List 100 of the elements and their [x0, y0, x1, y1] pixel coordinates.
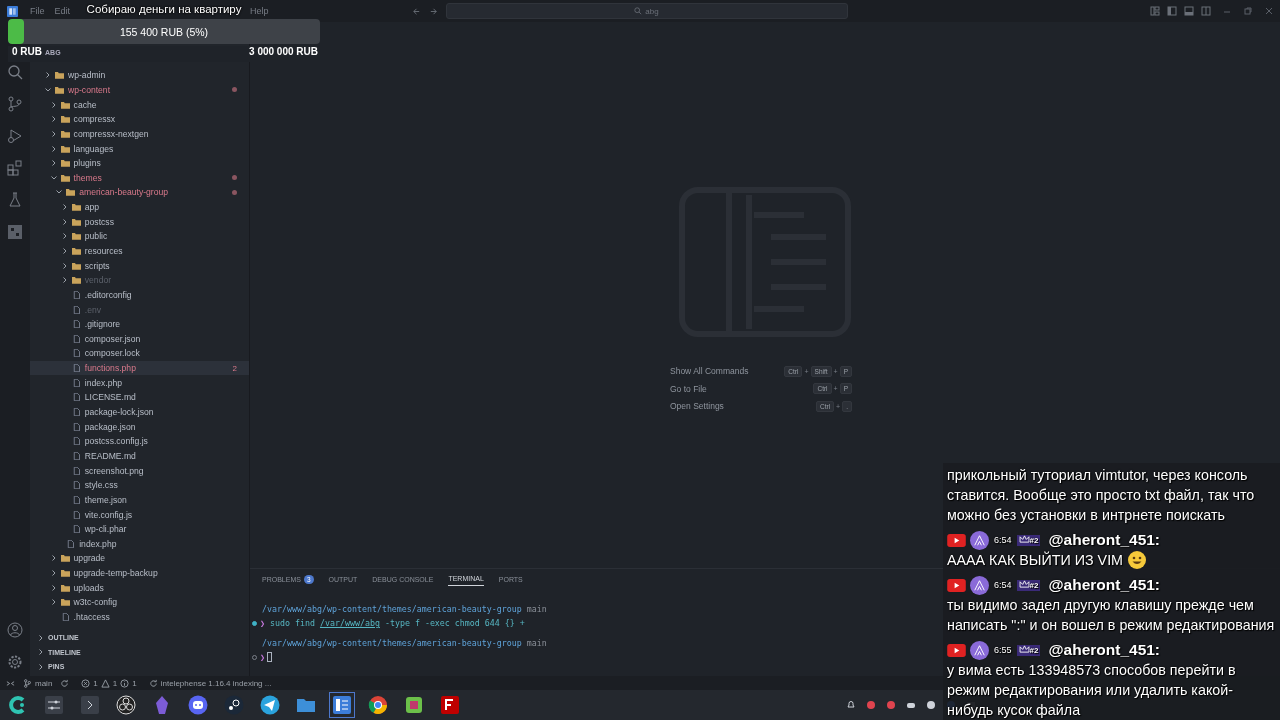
- message-text: ты видимо задел другую клавишу прежде чем написать ":" и он вошел в режим редактирования: [947, 597, 1275, 633]
- tree-item[interactable]: themes: [30, 170, 249, 186]
- tree-item[interactable]: scripts: [30, 258, 249, 273]
- terminal-path: /var/www/abg/wp-content/themes/american-beauty-group: [262, 638, 522, 648]
- search-icon[interactable]: [7, 64, 23, 80]
- terminal-branch: main: [526, 638, 547, 648]
- tree-item[interactable]: functions.php 2: [30, 360, 249, 376]
- menu-item[interactable]: Help: [250, 6, 269, 16]
- tree-item[interactable]: composer.lock: [30, 346, 249, 361]
- tree-item[interactable]: .htaccess: [30, 609, 249, 625]
- flask-icon[interactable]: [7, 192, 23, 208]
- tree-item[interactable]: upgrade-temp-backup: [30, 565, 249, 581]
- tree-item[interactable]: app: [30, 199, 249, 215]
- split-icon[interactable]: [1201, 6, 1211, 16]
- sidebar-toggle-icon[interactable]: [1167, 6, 1177, 16]
- chat-app-icon[interactable]: [188, 695, 208, 715]
- warning-icon: [100, 678, 110, 688]
- command-label: Open Settings: [670, 401, 724, 412]
- tree-item[interactable]: LICENSE.md: [30, 390, 249, 405]
- browser-icon[interactable]: [368, 695, 388, 715]
- sync-icon[interactable]: [60, 678, 70, 688]
- tree-item[interactable]: plugins: [30, 155, 249, 171]
- menu-item[interactable]: File: [30, 6, 45, 16]
- tree-item[interactable]: cache: [30, 97, 249, 112]
- message-text: АААА КАК ВЫЙТИ ИЗ VIM: [947, 552, 1124, 568]
- tree-item[interactable]: wp-content: [30, 82, 249, 98]
- tree-item[interactable]: compressx: [30, 111, 249, 127]
- tree-item[interactable]: .editorconfig: [30, 287, 249, 303]
- tree-item[interactable]: index.php: [30, 375, 249, 391]
- sliders-icon[interactable]: [44, 695, 64, 715]
- info-icon: [120, 678, 130, 688]
- tree-item[interactable]: resources: [30, 243, 249, 259]
- tree-item[interactable]: package.json: [30, 419, 249, 434]
- crown-icon: [1018, 644, 1030, 653]
- game-store-icon[interactable]: [224, 695, 244, 715]
- tree-item[interactable]: package-lock.json: [30, 404, 249, 420]
- tree-item[interactable]: wp-admin: [30, 68, 249, 83]
- tree-item[interactable]: wp-cli.phar: [30, 521, 249, 537]
- recording-app-icon[interactable]: [116, 695, 136, 715]
- editor-app-icon[interactable]: [332, 695, 352, 715]
- tree-item[interactable]: screenshot.png: [30, 463, 249, 478]
- goal-title: Собираю деньги на квартиру: [86, 2, 242, 17]
- path-link[interactable]: /var/www/abg: [319, 618, 380, 628]
- forward-arrow-icon[interactable]: [428, 6, 438, 16]
- tree-item[interactable]: compressx-nextgen: [30, 126, 249, 142]
- tree-item[interactable]: README.md: [30, 448, 249, 464]
- search-icon: [634, 7, 643, 15]
- branch-icon: [23, 678, 32, 688]
- branch-status[interactable]: main: [23, 678, 53, 688]
- message-text: у вима есть 133948573 способов перейти в режим редактирования или удалить какой-нибудь кусок файла: [947, 662, 1236, 718]
- command-label: Show All Commands: [670, 366, 749, 377]
- puzzle-icon[interactable]: [404, 695, 424, 715]
- source-control-icon[interactable]: [7, 96, 23, 112]
- extensions-icon[interactable]: [7, 160, 23, 176]
- tree-item[interactable]: uploads: [30, 580, 249, 596]
- terminal-branch: main: [526, 604, 547, 614]
- account-icon[interactable]: [7, 622, 23, 638]
- file-transfer-icon[interactable]: [440, 695, 460, 715]
- run-debug-icon[interactable]: [7, 128, 23, 144]
- prompt-symbol: ❯: [260, 652, 265, 662]
- panel-toggle-icon[interactable]: [1184, 6, 1194, 16]
- bell-icon[interactable]: [846, 700, 856, 710]
- tree-item[interactable]: upgrade: [30, 551, 249, 566]
- paper-plane-icon[interactable]: [260, 695, 280, 715]
- username: @aheront_451:: [1048, 575, 1161, 595]
- panel-icon[interactable]: [7, 224, 23, 240]
- problems-status[interactable]: 1 1 1: [81, 678, 137, 688]
- tree-item[interactable]: w3tc-config: [30, 595, 249, 610]
- username: @aheront_451:: [1048, 530, 1161, 550]
- rank-badge: #2: [1016, 579, 1041, 591]
- remote-icon[interactable]: [6, 678, 15, 688]
- back-arrow-icon[interactable]: [411, 6, 421, 16]
- settings-icon[interactable]: [7, 654, 23, 670]
- tree-item[interactable]: .gitignore: [30, 316, 249, 332]
- goal-min: 0 RUB: [12, 46, 42, 57]
- terminal-path: /var/www/abg/wp-content/themes/american-beauty-group: [262, 604, 522, 614]
- tree-item[interactable]: vite.config.js: [30, 507, 249, 522]
- tree-item[interactable]: languages: [30, 141, 249, 156]
- tree-item[interactable]: theme.json: [30, 492, 249, 508]
- tree-item[interactable]: index.php: [30, 536, 249, 552]
- tree-item[interactable]: public: [30, 229, 249, 244]
- prompt-symbol: ❯: [260, 618, 265, 628]
- message-time: 6:54: [994, 579, 1012, 592]
- terminal-command: -type f -exec chmod 644 {} +: [384, 618, 525, 628]
- tree-item[interactable]: postcss.config.js: [30, 434, 249, 449]
- menu-item[interactable]: Edit: [54, 6, 71, 16]
- avatar-icon: [970, 640, 989, 660]
- close-icon[interactable]: [1264, 6, 1274, 16]
- tree-item[interactable]: composer.json: [30, 331, 249, 347]
- tree-item[interactable]: american-beauty-group: [30, 185, 249, 200]
- indexing-status[interactable]: intelephense 1.16.4 indexing ...: [148, 678, 272, 688]
- message-time: 6:55: [994, 644, 1012, 657]
- layout-icon[interactable]: [1150, 6, 1160, 16]
- problem-count: 2: [232, 363, 237, 373]
- tree-item[interactable]: postcss: [30, 214, 249, 230]
- username: @aheront_451:: [1048, 640, 1161, 660]
- tree-item[interactable]: style.css: [30, 477, 249, 493]
- maximize-icon[interactable]: [1243, 6, 1253, 16]
- video-platform-icon: [947, 643, 966, 657]
- sync-icon: [148, 678, 158, 688]
